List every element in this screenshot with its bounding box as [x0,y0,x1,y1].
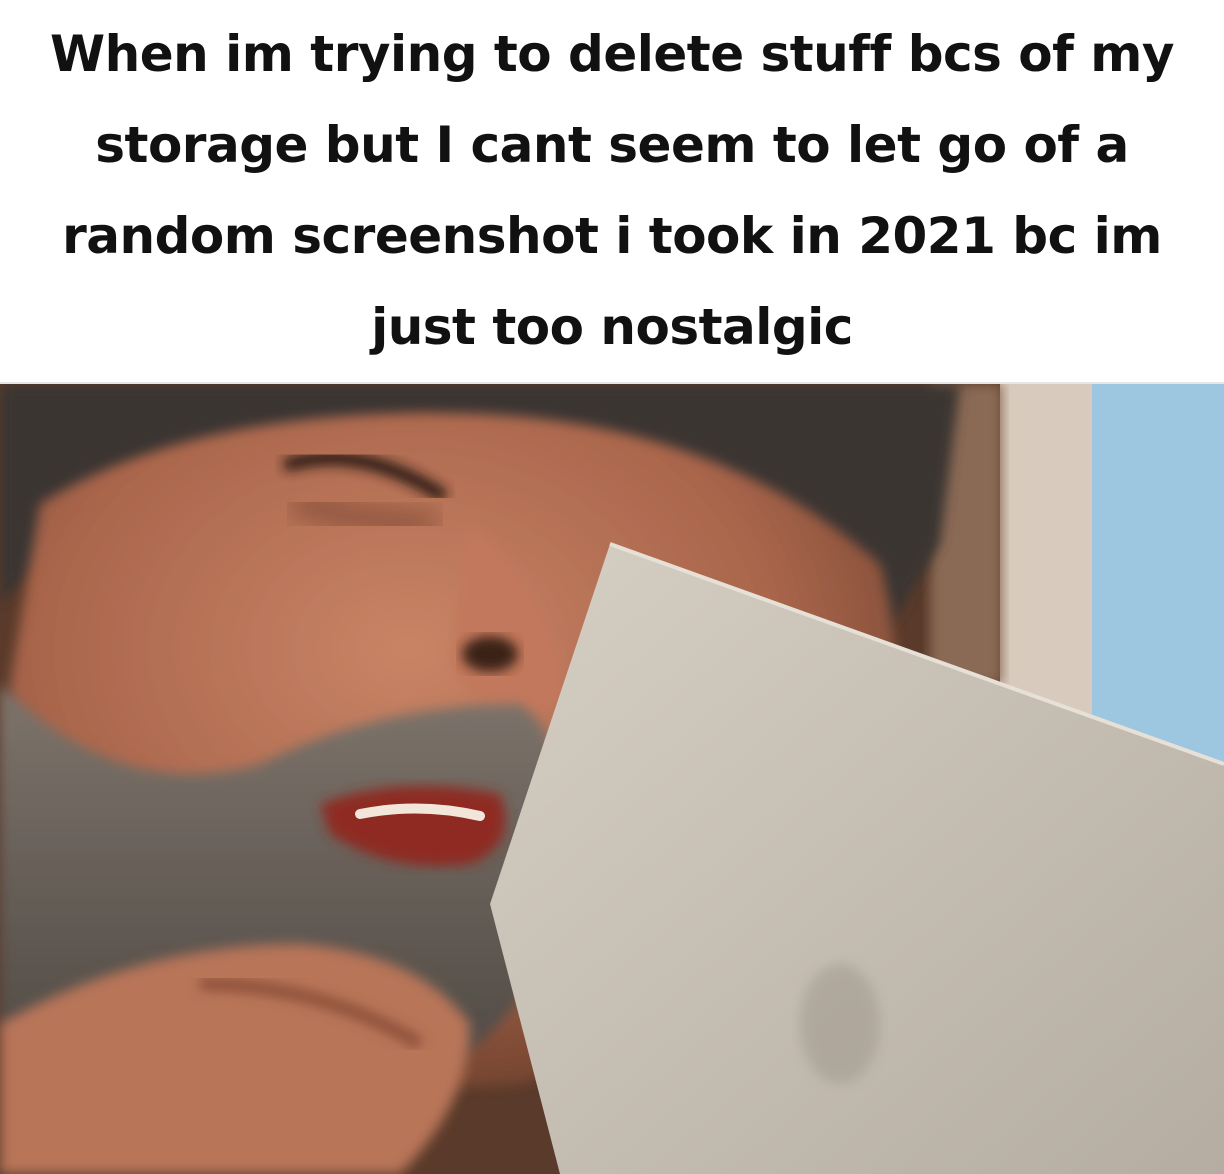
background-sky [1090,384,1224,764]
caption-text: When im trying to delete stuff bcs of my… [50,25,1175,356]
meme-photo [0,384,1224,1174]
meme-caption: When im trying to delete stuff bcs of my… [0,0,1224,384]
man-reading-paper-illustration [0,384,1224,1174]
background-pillar [1000,384,1092,714]
